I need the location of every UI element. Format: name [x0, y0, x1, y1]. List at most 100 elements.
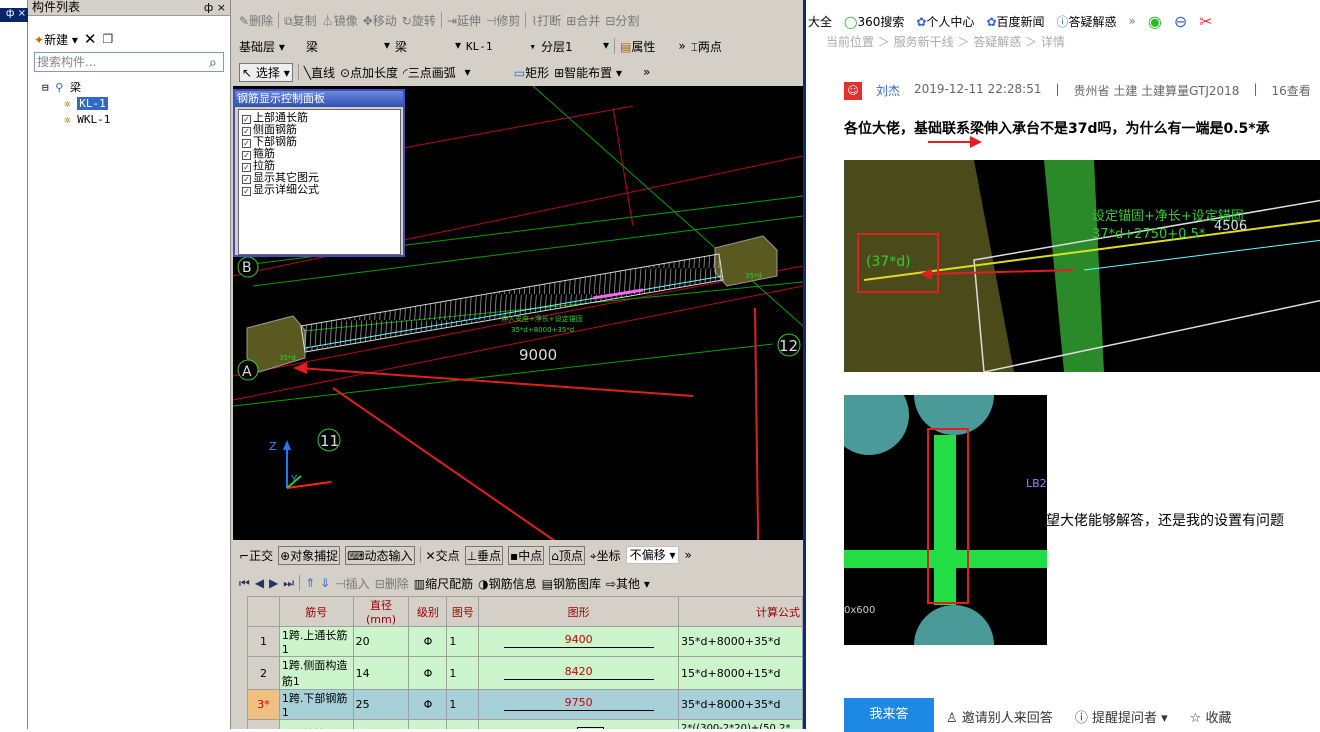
type-select[interactable]: 梁 ▾ [306, 38, 390, 55]
insert-button[interactable]: ⊣插入 [335, 575, 369, 592]
beam-icon: ⚲ [55, 81, 64, 94]
answer-button[interactable]: 我来答 [844, 698, 934, 732]
rebar-table-toolbar: ⏮ ◀ ▶ ⏭ ⇑ ⇓ ⊣插入 ⊟删除 ▥缩尺配筋 ◑钢筋信息 ▤钢筋图库 ⇨其… [233, 570, 803, 596]
delete-icon[interactable]: ✕ [84, 30, 97, 48]
last-record-icon[interactable]: ⏭ [283, 576, 294, 591]
rect-button[interactable]: ▭矩形 [514, 64, 549, 81]
bookmark-item[interactable]: 大全 [808, 13, 832, 30]
tree-item-label: WKL-1 [77, 113, 111, 126]
favorite-button[interactable]: ☆ 收藏 [1190, 707, 1232, 726]
author-name[interactable]: 刘杰 [876, 82, 900, 100]
status-icon[interactable]: ◉ [1148, 12, 1162, 31]
move-button[interactable]: ✥移动 [363, 12, 397, 29]
avatar[interactable]: ☺ [844, 82, 862, 100]
checkbox[interactable]: ✓ [242, 187, 251, 196]
question-actions: ♙ 邀请别人来回答 ⓘ 提醒提问者 ▾ ☆ 收藏 [946, 707, 1231, 726]
info-icon: ⓘ [1074, 711, 1088, 726]
invite-button[interactable]: ♙ 邀请别人来回答 [946, 707, 1053, 726]
copy-icon[interactable]: ❐ [103, 32, 114, 46]
copy-button[interactable]: ⧉复制 [284, 12, 317, 29]
first-record-icon[interactable]: ⏮ [239, 576, 250, 591]
extend-button[interactable]: ⇥延伸 [447, 12, 481, 29]
new-button[interactable]: ✦新建 ▾ [34, 31, 78, 48]
image-arrow [920, 268, 1075, 280]
select-button[interactable]: ↖ 选择 ▾ [239, 62, 293, 82]
question-image-2[interactable]: LB2 0x600 [844, 395, 1047, 645]
checkbox[interactable]: ✓ [242, 163, 251, 172]
rebar-label-top: 伸入支座+净长+设定锚固 [501, 314, 583, 323]
delete-button[interactable]: ✎删除 [239, 12, 273, 29]
minus-circle-icon[interactable]: ⊖ [1174, 12, 1187, 31]
perpendicular-button[interactable]: ⊥垂点 [464, 545, 504, 565]
layer-select[interactable]: 分层1 ▾ [541, 38, 609, 55]
axis-label-b: B [242, 260, 252, 276]
bookmark-item[interactable]: ✿个人中心 [916, 13, 974, 30]
remind-button[interactable]: ⓘ 提醒提问者 ▾ [1075, 707, 1168, 726]
merge-button[interactable]: ⊞合并 [566, 12, 600, 29]
other-button[interactable]: ⇨其他 ▾ [606, 575, 650, 592]
split-button[interactable]: ⊟分割 [605, 12, 639, 29]
panel-pin-close-buttons[interactable]: ф × [204, 0, 226, 15]
beam-rebar[interactable] [300, 253, 724, 353]
rebar-table: 筋号 直径(mm) 级别 图号 图形 计算公式 1 1跨.上通长筋1 20 Φ [247, 596, 803, 729]
object-snap-button[interactable]: ⊕对象捕捉 [278, 545, 341, 565]
component-search-input[interactable]: 搜索构件... ⌕ [34, 52, 224, 72]
floor-select[interactable]: 基础层 ▾ [239, 38, 301, 55]
tree-item[interactable]: ✲ WKL-1 [42, 112, 110, 128]
paw-icon: ✿ [916, 14, 927, 29]
rebar-library-button[interactable]: ▤钢筋图库 [542, 575, 601, 592]
offset-select[interactable]: 不偏移 ▾ [625, 546, 680, 564]
rebar-option[interactable]: ✓ 显示详细公式 [242, 184, 397, 196]
scale-rebar-button[interactable]: ▥缩尺配筋 [414, 575, 473, 592]
coord-button[interactable]: ⌖坐标 [590, 547, 621, 564]
checkbox[interactable]: ✓ [242, 139, 251, 148]
checkbox[interactable]: ✓ [242, 115, 251, 124]
point-length-button[interactable]: ⊙点加长度 [340, 64, 398, 81]
mirror-button[interactable]: ⏃镜像 [322, 12, 358, 29]
move-up-icon[interactable]: ⇑ [305, 576, 315, 590]
vertex-button[interactable]: ⌂顶点 [549, 545, 585, 565]
scissors-icon[interactable]: ✂ [1199, 12, 1212, 31]
tree-item[interactable]: ✲ KL-1 [42, 96, 110, 112]
ortho-button[interactable]: ⌐正交 [239, 547, 273, 564]
prev-record-icon[interactable]: ◀ [255, 576, 264, 590]
intersection-button[interactable]: ✕交点 [426, 547, 460, 564]
meta-separator: | [1055, 82, 1060, 96]
move-down-icon[interactable]: ⇓ [320, 576, 330, 590]
checkbox[interactable]: ✓ [242, 151, 251, 160]
bookmark-item[interactable]: ◯360搜索 [844, 13, 904, 30]
col-fig: 图号 [446, 596, 480, 627]
edit-toolbar: ✎删除 ⧉复制 ⏃镜像 ✥移动 ↻旋转 ⇥延伸 ⊣修剪 ⌇打断 ⊞合并 ⊟分割 [233, 7, 803, 33]
tree-root-label: 梁 [69, 81, 81, 94]
rotate-button[interactable]: ↻旋转 [402, 12, 436, 29]
bookmark-item[interactable]: ✿百度新闻 [986, 13, 1044, 30]
smart-layout-button[interactable]: ⊞智能布置 ▾ [554, 64, 622, 81]
table-row[interactable]: 2 1跨.侧面构造筋1 14 Φ 1 8420 15*d+8000+15*d [247, 656, 803, 690]
line-button[interactable]: ╲直线 [304, 64, 335, 81]
break-button[interactable]: ⌇打断 [531, 12, 561, 29]
element-select[interactable]: KL-1 ▾ [466, 40, 536, 53]
subtype-select[interactable]: 梁 ▾ [395, 38, 461, 55]
table-row[interactable]: 3* 1跨.下部钢筋1 25 Φ 1 9750 35*d+8000+35*d [247, 689, 803, 720]
more-bookmarks-icon[interactable]: » [1129, 14, 1136, 28]
tree-root[interactable]: ⊟ ⚲ 梁 [42, 80, 110, 96]
checkbox[interactable]: ✓ [242, 127, 251, 136]
properties-button[interactable]: ▤属性 [620, 38, 655, 55]
delete-row-button[interactable]: ⊟删除 [375, 575, 409, 592]
table-row[interactable]: 4 1跨.箍筋1 10 Φ 195 460 260 2*((300-2*20)+… [247, 719, 803, 729]
table-row[interactable]: 1 1跨.上通长筋1 20 Φ 1 9400 35*d+8000+35*d [247, 626, 803, 657]
search-icon[interactable]: ⌕ [209, 54, 227, 71]
star-icon: ☆ [1189, 711, 1202, 726]
three-point-arc-button[interactable]: ◜三点画弧 [403, 64, 456, 81]
col-grade: 级别 [408, 596, 448, 627]
midpoint-button[interactable]: ▪中点 [508, 545, 545, 565]
rebar-info-button[interactable]: ◑钢筋信息 [478, 575, 537, 592]
bookmark-item[interactable]: ⓘ答疑解惑 [1057, 13, 1117, 30]
dynamic-input-button[interactable]: ⌨动态输入 [345, 545, 415, 565]
left-dock-caption[interactable]: ф × [0, 8, 28, 22]
draw-toolbar: ↖ 选择 ▾ ╲直线 ⊙点加长度 ◜三点画弧 ▾ ▭矩形 ⊞智能布置 ▾ » [233, 59, 803, 85]
checkbox[interactable]: ✓ [242, 175, 251, 184]
two-point-button[interactable]: ⌶两点 [691, 38, 722, 55]
next-record-icon[interactable]: ▶ [269, 576, 278, 590]
trim-button[interactable]: ⊣修剪 [486, 12, 520, 29]
